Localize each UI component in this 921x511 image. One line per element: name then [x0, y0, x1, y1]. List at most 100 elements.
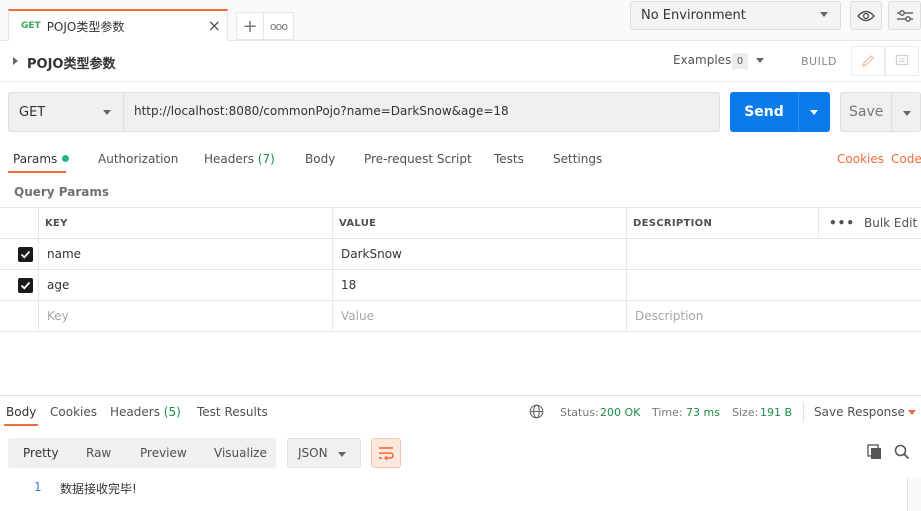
column-key: KEY: [38, 208, 332, 238]
copy-icon[interactable]: [866, 443, 884, 464]
active-tab-underline: [8, 171, 66, 173]
tab-method: GET: [21, 21, 41, 31]
new-value-input[interactable]: Value: [332, 301, 626, 331]
send-button[interactable]: Send: [730, 92, 830, 132]
edit-button[interactable]: [851, 46, 885, 76]
chevron-down-icon: [338, 452, 346, 457]
time-value[interactable]: 73 ms: [686, 406, 720, 419]
param-value[interactable]: 18: [332, 270, 626, 300]
format-select[interactable]: JSON: [287, 438, 361, 468]
response-divider[interactable]: [0, 395, 921, 396]
checkbox-age[interactable]: [18, 278, 33, 293]
comments-button[interactable]: [885, 46, 919, 76]
tab-settings[interactable]: Settings: [553, 152, 602, 166]
examples-count-badge: 0: [732, 53, 748, 69]
request-name[interactable]: POJO类型参数: [27, 53, 115, 72]
more-tabs-button[interactable]: ooo: [264, 12, 294, 40]
response-tab-headers[interactable]: Headers (5): [110, 405, 181, 419]
more-options-button[interactable]: •••: [818, 208, 858, 238]
tab-tests[interactable]: Tests: [494, 152, 524, 166]
examples-label[interactable]: Examples: [673, 53, 731, 67]
response-tab-test-results[interactable]: Test Results: [197, 405, 268, 419]
tab-params[interactable]: Params: [13, 152, 70, 166]
response-tab-body[interactable]: Body: [6, 405, 36, 419]
response-headers-label: Headers: [110, 405, 160, 419]
pencil-icon: [862, 55, 874, 67]
url-input[interactable]: http://localhost:8080/commonPojo?name=Da…: [134, 104, 509, 118]
size-value[interactable]: 191 B: [760, 406, 792, 419]
table-row: name DarkSnow: [0, 239, 921, 270]
tab-headers[interactable]: Headers (7): [204, 152, 275, 166]
eye-icon-button[interactable]: [850, 1, 882, 30]
save-response-button[interactable]: Save Response: [814, 405, 905, 419]
code-link[interactable]: Code: [891, 152, 921, 166]
mode-visualize[interactable]: Visualize: [214, 446, 267, 460]
save-chevron-down-icon[interactable]: [903, 111, 911, 116]
copy-icon-svg: [867, 444, 881, 459]
comment-icon: [895, 54, 909, 66]
param-description[interactable]: [626, 239, 921, 269]
tab-title: POJO类型参数: [46, 19, 125, 34]
mode-pretty[interactable]: Pretty: [23, 446, 59, 460]
send-divider: [798, 92, 799, 132]
tab-headers-label: Headers: [204, 152, 254, 166]
response-tab-cookies[interactable]: Cookies: [50, 405, 97, 419]
param-key[interactable]: name: [38, 239, 332, 269]
eye-icon: [857, 10, 875, 21]
save-response-chevron-down-icon[interactable]: [908, 410, 916, 415]
save-button[interactable]: Save: [840, 92, 921, 133]
check-icon: [20, 250, 31, 259]
examples-chevron-down-icon[interactable]: [756, 58, 764, 63]
new-key-input[interactable]: Key: [38, 301, 332, 331]
format-label: JSON: [298, 446, 328, 460]
table-row: age 18: [0, 270, 921, 301]
chevron-down-icon: [103, 110, 111, 115]
tab-body[interactable]: Body: [305, 152, 335, 166]
check-icon: [20, 281, 31, 290]
response-headers-count: (5): [163, 405, 181, 419]
globe-icon[interactable]: [529, 404, 544, 422]
cookies-link[interactable]: Cookies: [837, 152, 884, 166]
line-number: 1: [34, 480, 42, 494]
response-tabs: Body Cookies Headers (5) Test Results St…: [0, 397, 921, 427]
headers-count: (7): [257, 152, 275, 166]
tab-params-label: Params: [13, 152, 58, 166]
method-label: GET: [19, 104, 46, 120]
search-icon-svg: [894, 444, 910, 460]
size-label: Size:: [732, 406, 759, 419]
tab-prerequest-script[interactable]: Pre-request Script: [364, 152, 472, 166]
param-description[interactable]: [626, 270, 921, 300]
new-description-input[interactable]: Description: [626, 301, 921, 331]
new-tab-button[interactable]: +: [236, 12, 264, 40]
response-body-line[interactable]: 数据接收完毕!: [60, 480, 137, 497]
bulk-edit-link[interactable]: Bulk Edit: [858, 208, 921, 238]
close-icon[interactable]: ×: [208, 16, 221, 35]
save-divider: [891, 93, 892, 133]
send-chevron-down-icon[interactable]: [810, 110, 818, 115]
caret-right-icon[interactable]: [13, 57, 18, 65]
mode-preview[interactable]: Preview: [140, 446, 187, 460]
param-key[interactable]: age: [38, 270, 332, 300]
request-tabs: Params Authorization Headers (7) Body Pr…: [0, 145, 921, 173]
wrap-icon: [379, 447, 394, 461]
wrap-lines-button[interactable]: [371, 438, 401, 468]
checkbox-name[interactable]: [18, 247, 33, 262]
scrollbar[interactable]: [907, 478, 921, 511]
tab-authorization[interactable]: Authorization: [98, 152, 178, 166]
params-table: KEY VALUE DESCRIPTION ••• Bulk Edit name…: [0, 207, 921, 332]
table-header-row: KEY VALUE DESCRIPTION ••• Bulk Edit: [0, 208, 921, 239]
param-value[interactable]: DarkSnow: [332, 239, 626, 269]
method-select[interactable]: GET: [8, 92, 124, 132]
build-label[interactable]: BUILD: [801, 55, 837, 68]
search-icon[interactable]: [893, 443, 911, 464]
view-mode-switcher: Pretty Raw Preview Visualize: [8, 438, 276, 468]
tab-pojo[interactable]: GET POJO类型参数 ×: [8, 9, 228, 41]
environment-select[interactable]: No Environment: [630, 1, 841, 30]
params-dot-icon: [62, 155, 70, 162]
status-value[interactable]: 200 OK: [600, 406, 640, 419]
sliders-icon: [896, 9, 913, 22]
settings-sliders-button[interactable]: [888, 1, 921, 30]
request-name-bar: POJO类型参数: [0, 41, 921, 82]
mode-raw[interactable]: Raw: [86, 446, 111, 460]
send-label: Send: [744, 104, 784, 120]
